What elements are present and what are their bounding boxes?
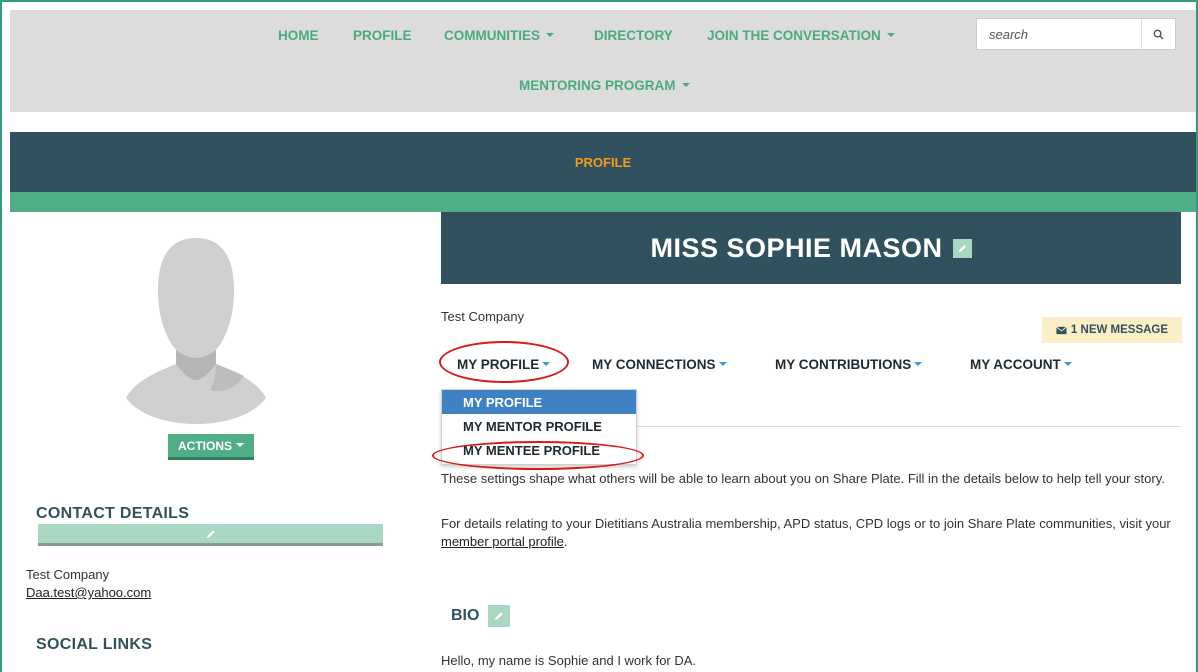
- contact-email-link[interactable]: Daa.test@yahoo.com: [26, 585, 151, 600]
- page-header-band: PROFILE: [10, 132, 1196, 192]
- tab-my-connections[interactable]: MY CONNECTIONS: [592, 357, 727, 372]
- profile-company: Test Company: [441, 309, 525, 324]
- search-box: [976, 18, 1176, 50]
- caret-down-icon: [1063, 362, 1072, 367]
- dropdown-item-my-mentee-profile[interactable]: MY MENTEE PROFILE: [442, 438, 636, 462]
- avatar: [126, 238, 266, 424]
- tab-my-profile[interactable]: MY PROFILE: [457, 357, 551, 372]
- nav-join-the-conversation[interactable]: JOIN THE CONVERSATION: [707, 28, 895, 43]
- nav-home[interactable]: HOME: [278, 28, 319, 43]
- page-title: PROFILE: [574, 154, 632, 170]
- contact-details-heading: CONTACT DETAILS: [36, 505, 190, 522]
- caret-down-icon: [718, 362, 727, 367]
- bio-heading: BIO: [451, 605, 511, 627]
- top-navigation: HOME PROFILE COMMUNITIES DIRECTORY JOIN …: [10, 10, 1196, 112]
- caret-down-icon: [886, 33, 895, 38]
- dropdown-item-my-profile[interactable]: MY PROFILE: [442, 390, 636, 414]
- caret-down-icon: [914, 362, 923, 367]
- envelope-icon: [1056, 325, 1067, 335]
- pencil-icon: [206, 529, 215, 538]
- search-button[interactable]: [1141, 19, 1175, 49]
- contact-company: Test Company: [26, 567, 110, 582]
- nav-mentoring-program[interactable]: MENTORING PROGRAM: [519, 78, 690, 93]
- my-profile-dropdown: MY PROFILE MY MENTOR PROFILE MY MENTEE P…: [441, 389, 637, 465]
- edit-bio-button[interactable]: [488, 605, 511, 627]
- tab-divider: [637, 426, 1181, 427]
- actions-button[interactable]: ACTIONS: [168, 434, 254, 460]
- edit-name-button[interactable]: [952, 238, 972, 258]
- nav-communities[interactable]: COMMUNITIES: [444, 28, 554, 43]
- intro-paragraph: These settings shape what others will be…: [441, 471, 1165, 486]
- search-input[interactable]: [977, 19, 1143, 49]
- search-icon: [1153, 29, 1164, 40]
- pencil-icon: [495, 612, 504, 620]
- pencil-icon: [958, 244, 966, 252]
- caret-down-icon: [546, 33, 554, 38]
- member-portal-profile-link[interactable]: member portal profile: [441, 534, 564, 549]
- dropdown-item-my-mentor-profile[interactable]: MY MENTOR PROFILE: [442, 414, 636, 438]
- accent-strip: [10, 192, 1196, 212]
- social-links-heading: SOCIAL LINKS: [36, 636, 153, 653]
- tab-my-contributions[interactable]: MY CONTRIBUTIONS: [775, 357, 923, 372]
- caret-down-icon: [542, 362, 551, 367]
- caret-down-icon: [681, 83, 690, 88]
- tab-my-account[interactable]: MY ACCOUNT: [970, 357, 1072, 372]
- new-message-badge[interactable]: 1 NEW MESSAGE: [1042, 317, 1182, 343]
- edit-contact-details-button[interactable]: [38, 524, 383, 546]
- caret-down-icon: [236, 442, 244, 447]
- profile-name-banner: MISS SOPHIE MASON: [441, 212, 1181, 284]
- details-paragraph: For details relating to your Dietitians …: [441, 516, 1171, 549]
- nav-directory[interactable]: DIRECTORY: [594, 28, 673, 43]
- nav-profile[interactable]: PROFILE: [353, 28, 412, 43]
- profile-name: MISS SOPHIE MASON: [650, 232, 943, 263]
- bio-text: Hello, my name is Sophie and I work for …: [441, 653, 697, 668]
